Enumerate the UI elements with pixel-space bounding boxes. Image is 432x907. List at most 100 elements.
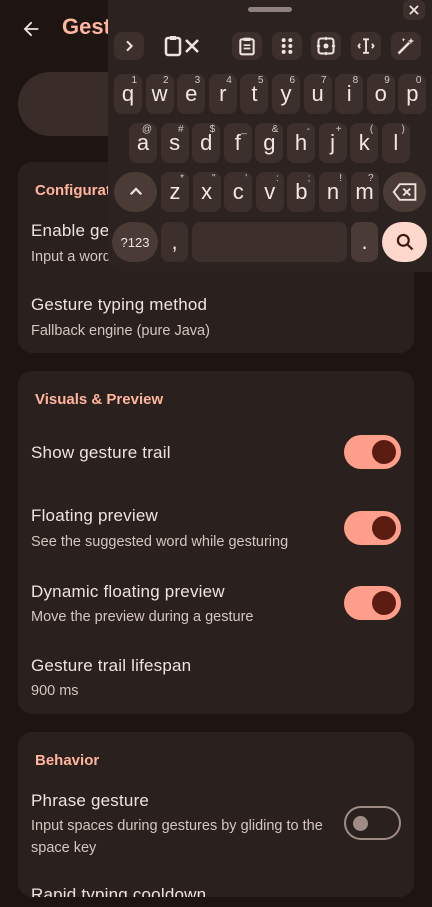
- row-title: Phrase gesture: [31, 791, 150, 810]
- key-8[interactable]: o9: [366, 74, 395, 114]
- key-6[interactable]: j +: [318, 123, 347, 163]
- key-letter: v: [264, 179, 276, 204]
- key-hint: +: [335, 124, 342, 135]
- key-3[interactable]: v:: [255, 172, 284, 212]
- key-1[interactable]: x ": [192, 172, 221, 212]
- key-letter: f: [234, 130, 241, 155]
- section-header: Visuals & Preview: [35, 391, 164, 408]
- dynamic-preview-toggle[interactable]: [344, 586, 401, 620]
- key-hint: ": [212, 173, 216, 184]
- key-letter: b: [295, 179, 308, 204]
- floating-preview-toggle[interactable]: [344, 511, 401, 545]
- key-1[interactable]: s #: [160, 123, 189, 163]
- row-title: Show gesture trail: [31, 443, 171, 462]
- toolbar-expand-button[interactable]: [114, 32, 144, 60]
- key-4[interactable]: g &: [255, 123, 284, 163]
- key-hint: (: [369, 124, 374, 135]
- magic-wand-button[interactable]: [391, 32, 421, 60]
- clipboard-button[interactable]: [232, 32, 262, 60]
- search-action-key[interactable]: [382, 222, 427, 262]
- key-5[interactable]: y6: [272, 74, 300, 114]
- row-subtitle: See the suggested word while gesturing: [31, 534, 289, 550]
- key-hint: 9: [384, 75, 390, 86]
- key-0[interactable]: q1: [114, 74, 142, 114]
- behavior-card: Behavior Phrase gesture Input spaces dur…: [18, 732, 414, 897]
- row-subtitle: 900 ms: [31, 683, 79, 699]
- row-title: Gesture typing method: [31, 295, 208, 314]
- text-select-button[interactable]: [351, 32, 381, 60]
- phrase-gesture-toggle[interactable]: [344, 806, 401, 840]
- key-hint: 3: [194, 75, 201, 86]
- row-title: Rapid typing cooldown: [31, 885, 207, 897]
- row-title: Dynamic floating preview: [31, 582, 225, 601]
- key-9[interactable]: p0: [398, 74, 427, 114]
- row-subtitle: Input spaces during gestures by gliding …: [31, 818, 323, 856]
- key-4[interactable]: t5: [240, 74, 269, 114]
- key-letter: i: [346, 81, 352, 106]
- magic-wand-icon: [397, 37, 415, 55]
- comma-key[interactable]: ,: [161, 222, 188, 262]
- key-hint: &: [271, 124, 279, 135]
- keyboard-drag-handle[interactable]: [248, 7, 292, 12]
- search-icon: [396, 233, 413, 251]
- key-0[interactable]: z *: [161, 172, 189, 212]
- key-2[interactable]: c ': [224, 172, 253, 212]
- key-2[interactable]: d $: [192, 123, 221, 163]
- key-2[interactable]: e3: [177, 74, 206, 114]
- row-subtitle: Fallback engine (pure Java): [31, 323, 210, 339]
- key-4[interactable]: b;: [287, 172, 316, 212]
- key-letter: z: [169, 179, 181, 204]
- key-hint: #: [178, 124, 184, 135]
- key-hint: 8: [352, 75, 359, 86]
- key-hint: $: [209, 124, 216, 135]
- key-8[interactable]: l): [381, 123, 410, 163]
- period-key[interactable]: .: [351, 222, 378, 262]
- key-hint: *: [180, 173, 184, 184]
- key-hint: :: [276, 173, 279, 184]
- key-hint: 7: [321, 75, 327, 86]
- floating-keyboard: ?123 , . q 1 w 2 e 3 r 4 t 5 y 6 u 7 i 8 o 9 p 0 a @ s # d $ f _ g & h…: [108, 0, 432, 272]
- clipboard-clear-button[interactable]: [164, 32, 204, 60]
- clipboard-icon: [239, 37, 255, 56]
- key-letter: x: [201, 179, 213, 204]
- key-7[interactable]: k(: [350, 123, 379, 163]
- key-0[interactable]: a @: [129, 123, 157, 163]
- row-title: Floating preview: [31, 506, 158, 525]
- key-hint: @: [141, 124, 152, 135]
- symbols-key[interactable]: ?123: [112, 222, 158, 262]
- key-hint: 0: [415, 75, 422, 86]
- key-letter: h: [294, 130, 308, 155]
- key-hint: ': [245, 173, 248, 184]
- back-button[interactable]: [14, 12, 48, 46]
- shift-key[interactable]: [114, 172, 157, 212]
- key-3[interactable]: f _: [223, 123, 252, 163]
- key-6[interactable]: m?: [350, 172, 379, 212]
- chevron-up-icon: [129, 187, 142, 196]
- close-icon: [409, 5, 419, 15]
- key-5[interactable]: h-: [287, 123, 315, 163]
- backspace-key[interactable]: [383, 172, 426, 212]
- key-letter: t: [251, 81, 258, 106]
- numpad-icon: [281, 38, 293, 54]
- row-subtitle: Move the preview during a gesture: [31, 609, 254, 625]
- key-hint: ): [401, 124, 405, 135]
- numpad-button[interactable]: [272, 32, 302, 60]
- show-trail-toggle[interactable]: [344, 435, 401, 469]
- key-1[interactable]: w2: [145, 74, 174, 114]
- key-hint: -: [306, 124, 310, 135]
- space-key[interactable]: [192, 222, 347, 262]
- text-select-icon: [357, 38, 375, 54]
- key-hint: ?: [368, 173, 374, 184]
- clipboard-clear-icon: [164, 36, 199, 57]
- key-6[interactable]: u7: [303, 74, 332, 114]
- key-letter: j: [330, 130, 336, 155]
- keyboard-close-button[interactable]: [403, 0, 425, 20]
- key-letter: c: [232, 179, 244, 204]
- key-letter: l: [393, 130, 399, 155]
- key-5[interactable]: n!: [319, 172, 347, 212]
- key-3[interactable]: r4: [208, 74, 237, 114]
- cursor-move-button[interactable]: [311, 32, 341, 60]
- key-hint: 4: [226, 75, 232, 86]
- key-hint: 6: [289, 75, 295, 86]
- key-7[interactable]: i8: [335, 74, 364, 114]
